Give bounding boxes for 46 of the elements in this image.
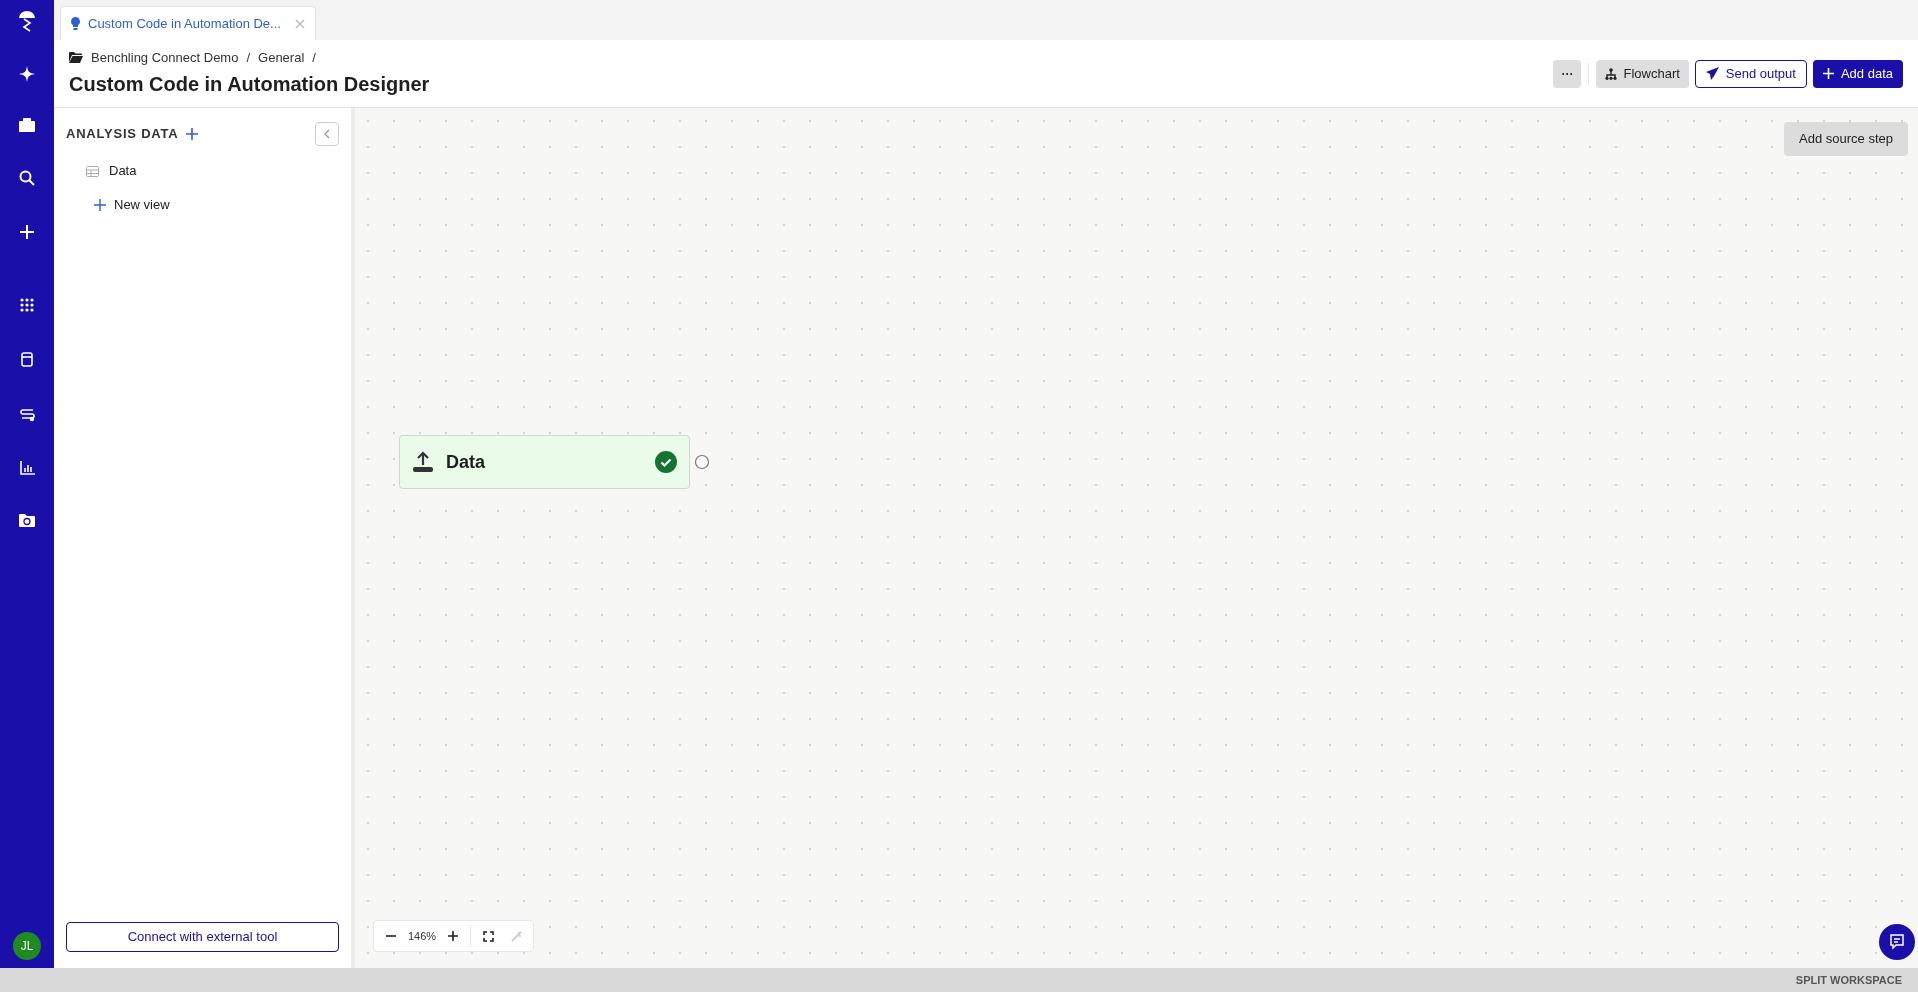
tab[interactable]: Custom Code in Automation De... bbox=[60, 6, 316, 40]
flowchart-button[interactable]: Flowchart bbox=[1596, 59, 1689, 88]
plus-icon bbox=[1822, 68, 1834, 79]
flow-node[interactable]: Data bbox=[399, 435, 690, 489]
lightbulb-icon bbox=[71, 17, 80, 30]
notebook-icon[interactable] bbox=[21, 352, 33, 367]
search-icon[interactable] bbox=[19, 170, 35, 186]
breadcrumb-link[interactable]: Benchling Connect Demo bbox=[91, 47, 239, 68]
hierarchy-icon bbox=[1605, 67, 1618, 80]
chevron-left-icon bbox=[324, 129, 330, 139]
add-data-button[interactable]: Add data bbox=[1812, 59, 1903, 88]
page-title: Custom Code in Automation Designer bbox=[69, 72, 431, 98]
sparkle-icon[interactable] bbox=[19, 66, 35, 82]
logo-icon[interactable] bbox=[16, 8, 38, 34]
add-source-step-button[interactable]: Add source step bbox=[1784, 122, 1908, 156]
folder-icon bbox=[69, 52, 83, 63]
chat-button[interactable] bbox=[1879, 924, 1915, 960]
breadcrumb-separator: / bbox=[246, 48, 251, 67]
apps-grid-icon[interactable] bbox=[20, 298, 34, 312]
bar-chart-icon[interactable] bbox=[19, 461, 35, 475]
plus-icon bbox=[94, 199, 106, 211]
connect-button[interactable]: Connect with external tool bbox=[66, 922, 339, 952]
split-workspace-button[interactable]: SPLIT WORKSPACE bbox=[1795, 971, 1902, 989]
breadcrumb-separator: / bbox=[312, 48, 316, 67]
minus-icon bbox=[386, 935, 396, 937]
section-heading: ANALYSIS DATA bbox=[66, 125, 179, 144]
plus-icon[interactable] bbox=[19, 224, 35, 240]
new-view-link[interactable]: New view bbox=[66, 188, 339, 222]
breadcrumb-link[interactable]: General bbox=[258, 47, 305, 68]
send-output-button[interactable]: Send output bbox=[1694, 59, 1807, 88]
upload-icon bbox=[412, 451, 434, 473]
fullscreen-icon bbox=[482, 930, 494, 942]
workflow-icon[interactable] bbox=[19, 407, 35, 422]
user-avatar[interactable]: JL bbox=[13, 932, 41, 960]
briefcase-icon[interactable] bbox=[19, 118, 35, 132]
node-label: Data bbox=[446, 450, 486, 474]
send-icon bbox=[1705, 67, 1719, 80]
more-button[interactable]: ··· bbox=[1553, 59, 1582, 88]
table-icon bbox=[86, 165, 99, 177]
chat-icon bbox=[1889, 934, 1905, 950]
zoom-level: 146% bbox=[408, 928, 437, 944]
view-item[interactable]: Data bbox=[66, 154, 339, 188]
wand-icon bbox=[510, 930, 522, 942]
plus-icon bbox=[448, 931, 459, 941]
output-port[interactable] bbox=[694, 454, 710, 470]
add-icon[interactable] bbox=[186, 128, 199, 140]
